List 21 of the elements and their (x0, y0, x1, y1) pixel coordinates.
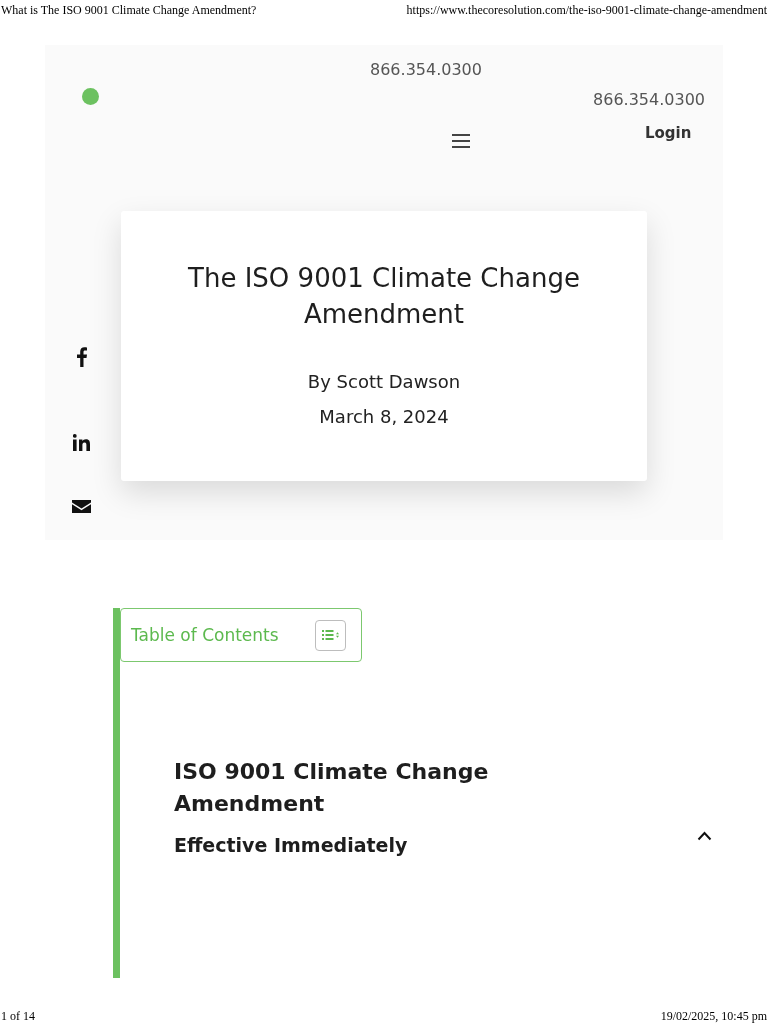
hero-title: The ISO 9001 Climate Change Amendment (187, 262, 581, 331)
login-link[interactable]: Login (645, 123, 692, 143)
post-date: March 8, 2024 (318, 405, 450, 429)
facebook-icon[interactable] (76, 347, 87, 367)
toc-toggle-button[interactable] (315, 619, 346, 651)
author-byline: By Scott Dawson (306, 370, 462, 394)
page-number: 1 of 14 (1, 1008, 35, 1024)
print-timestamp: 19/02/2025, 10:45 pm (660, 1008, 767, 1024)
dot-icon (82, 87, 99, 105)
phone-number[interactable]: 866.354.0300 (370, 58, 482, 82)
article-subheading: Effective Immediately (174, 833, 409, 858)
article-heading: ISO 9001 Climate Change Amendment (174, 758, 490, 818)
page-title: What is The ISO 9001 Climate Change Amendment? (1, 2, 257, 18)
envelope-icon[interactable] (72, 500, 91, 513)
page-url: https://www.thecoresolution.com/the-iso-9001-climate-change-amendment (406, 2, 767, 18)
toc-title: Table of Contents (131, 624, 279, 647)
list-icon (321, 630, 340, 640)
linkedin-icon[interactable] (73, 434, 90, 451)
chevron-up-icon[interactable] (697, 831, 712, 841)
menu-icon[interactable] (452, 134, 470, 148)
phone-number[interactable]: 866.354.0300 (593, 88, 705, 112)
